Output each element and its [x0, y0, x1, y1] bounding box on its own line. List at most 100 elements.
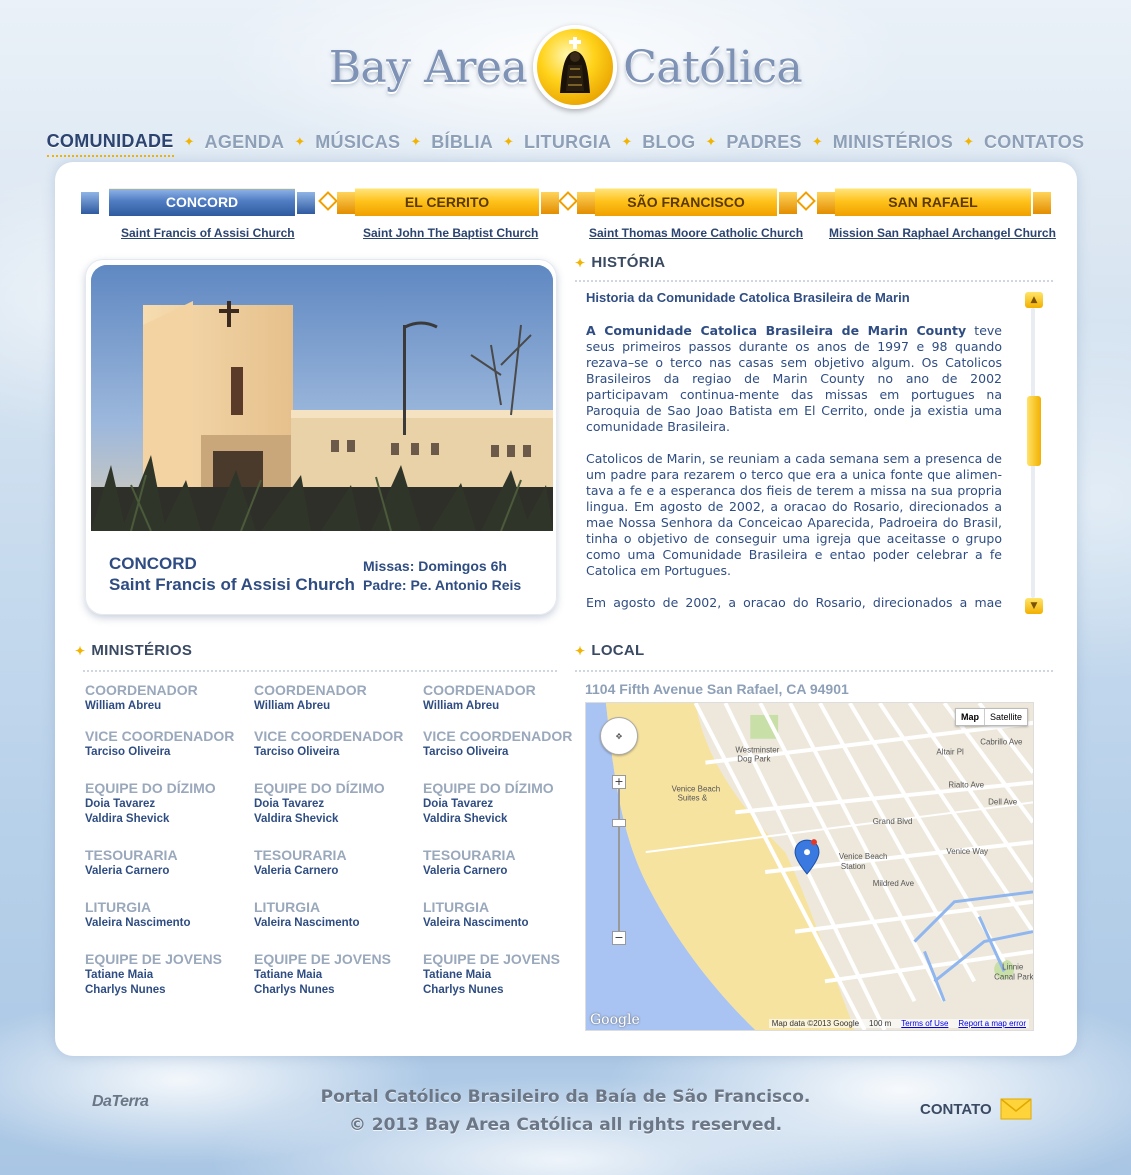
ribbon-tail — [779, 192, 797, 214]
main-panel: CONCORD EL CERRITO SÃO FRANCISCO SAN RAF… — [55, 162, 1077, 1056]
zoom-rail[interactable] — [618, 789, 620, 931]
ministry-item: EQUIPE DO DÍZIMO Doia Tavarez Valdira Shev… — [254, 780, 385, 825]
our-lady-medal-icon — [533, 25, 618, 109]
divider — [83, 670, 557, 672]
nav-ministerios[interactable]: MINISTÉRIOS — [833, 129, 953, 156]
historia-paragraph: Catolicos de Marin, se reuniam a cada se… — [586, 451, 1002, 578]
divider — [575, 280, 1053, 282]
nav-biblia[interactable]: BÍBLIA — [431, 129, 493, 156]
svg-text:Mildred Ave: Mildred Ave — [873, 879, 915, 888]
scroll-thumb[interactable] — [1027, 396, 1041, 466]
historia-heading: ✦ HISTÓRIA — [575, 254, 666, 271]
historia-text[interactable]: Historia da Comunidade Catolica Brasilei… — [586, 290, 1002, 612]
main-nav: COMUNIDADE ✦ AGENDA ✦ MÚSICAS ✦ BÍBLIA ✦… — [0, 128, 1131, 157]
svg-text:Venice Beach: Venice Beach — [672, 784, 721, 793]
google-map[interactable]: Westminster Dog Park Venice Beach Suites &… — [585, 702, 1034, 1031]
ministry-item: COORDENADOR William Abreu — [85, 682, 198, 712]
ribbon-tail — [337, 192, 355, 214]
google-logo[interactable]: Google — [590, 1012, 640, 1028]
card-padre: Padre: Pe. Antonio Reis — [363, 577, 522, 593]
ministry-item: VICE COORDENADOR Tarciso Oliveira — [85, 728, 235, 758]
nav-agenda[interactable]: AGENDA — [205, 129, 285, 156]
svg-text:Station: Station — [841, 862, 866, 871]
divider — [575, 670, 1053, 672]
svg-text:Suites &: Suites & — [678, 793, 708, 802]
map-pan-control-icon[interactable]: ✥ — [600, 717, 638, 755]
map-type-map-button[interactable]: Map — [956, 709, 985, 725]
historia-paragraph: Em agosto de 2002, a oracao do Rosario, … — [586, 595, 1002, 612]
logo-text-left: Bay Area — [328, 41, 528, 93]
address: 1104 Fifth Avenue San Rafael, CA 94901 — [585, 681, 849, 697]
historia-title: Historia da Comunidade Catolica Brasilei… — [586, 290, 910, 305]
zoom-in-icon[interactable]: + — [612, 775, 626, 789]
ministry-item: EQUIPE DE JOVENS Tatiane Maia Charlys Nune… — [85, 951, 222, 996]
nav-musicas[interactable]: MÚSICAS — [315, 129, 400, 156]
ribbon-label: EL CERRITO — [404, 194, 490, 210]
church-link-san-rafael[interactable]: Mission San Raphael Archangel Church — [829, 226, 1056, 240]
contact-link[interactable]: CONTATO — [920, 1098, 1032, 1120]
nav-separator-icon: ✦ — [410, 135, 422, 150]
svg-text:Dell Ave: Dell Ave — [988, 797, 1018, 806]
nav-liturgia[interactable]: LITURGIA — [524, 129, 611, 156]
church-link-concord[interactable]: Saint Francis of Assisi Church — [121, 226, 295, 240]
nav-separator-icon: ✦ — [621, 135, 633, 150]
ministerios-column: COORDENADOR William Abreu VICE COORDENADO… — [254, 682, 414, 1012]
map-type-satellite-button[interactable]: Satellite — [985, 709, 1027, 725]
plus-icon: ✦ — [75, 644, 86, 658]
scroll-up-icon[interactable]: ▲ — [1025, 292, 1043, 308]
map-terms-link[interactable]: Terms of Use — [901, 1019, 948, 1028]
nav-blog[interactable]: BLOG — [642, 129, 695, 156]
nav-padres[interactable]: PADRES — [726, 129, 801, 156]
svg-text:Dog Park: Dog Park — [737, 755, 770, 764]
nav-separator-icon: ✦ — [294, 135, 306, 150]
ribbon-divider-icon — [558, 191, 578, 211]
map-report-link[interactable]: Report a map error — [958, 1019, 1026, 1028]
ribbon-label: SÃO FRANCISCO — [627, 194, 745, 210]
ministry-item: EQUIPE DE JOVENS Tatiane Maia Charlys Nune… — [423, 951, 560, 996]
ministry-item: EQUIPE DO DÍZIMO Doia Tavarez Valdira Shev… — [85, 780, 216, 825]
map-zoom-control[interactable]: + − — [612, 775, 626, 945]
local-heading: ✦ LOCAL — [575, 642, 645, 659]
svg-text:Rialto Ave: Rialto Ave — [948, 780, 984, 789]
ribbon-tail — [577, 192, 595, 214]
ribbon-tail — [1033, 192, 1051, 214]
ribbon-sao-francisco[interactable]: SÃO FRANCISCO — [595, 188, 777, 216]
ministry-item: TESOURARIA Valeria Carnero — [423, 847, 516, 877]
site-logo[interactable]: Bay Area Católica — [0, 22, 1131, 112]
ribbon-concord[interactable]: CONCORD — [109, 188, 295, 216]
svg-text:Grand Blvd: Grand Blvd — [873, 817, 913, 826]
map-type-toggle: Map Satellite — [954, 708, 1028, 726]
church-photo — [91, 265, 553, 531]
ribbon-san-rafael[interactable]: SAN RAFAEL — [835, 188, 1031, 216]
ribbon-tail — [297, 192, 315, 214]
ministry-item: EQUIPE DO DÍZIMO Doia Tavarez Valdira Shev… — [423, 780, 554, 825]
nav-separator-icon: ✦ — [963, 135, 974, 150]
nav-contatos[interactable]: CONTATOS — [984, 129, 1084, 156]
church-link-sao-francisco[interactable]: Saint Thomas Moore Catholic Church — [589, 226, 803, 240]
nav-separator-icon: ✦ — [705, 135, 717, 150]
map-scale: 100 m — [869, 1019, 892, 1028]
svg-text:Canal Park: Canal Park — [994, 972, 1033, 981]
logo-text-right: Católica — [623, 41, 803, 93]
card-city: CONCORD — [109, 554, 197, 573]
plus-icon: ✦ — [575, 644, 586, 658]
card-missas: Missas: Domingos 6h — [363, 558, 507, 574]
map-footer: Map data ©2013 Google 100 m Terms of Use… — [768, 1019, 1029, 1028]
ministry-item: VICE COORDENADOR Tarciso Oliveira — [254, 728, 404, 758]
zoom-knob[interactable] — [612, 819, 626, 827]
ribbon-el-cerrito[interactable]: EL CERRITO — [355, 188, 539, 216]
ministry-item: COORDENADOR William Abreu — [254, 682, 367, 712]
nav-separator-icon: ✦ — [811, 135, 823, 150]
svg-text:Altair Pl: Altair Pl — [936, 748, 964, 757]
nav-comunidade[interactable]: COMUNIDADE — [46, 128, 174, 157]
ministerios-column: COORDENADOR William Abreu VICE COORDENADO… — [85, 682, 245, 1012]
envelope-icon — [1000, 1098, 1032, 1120]
scroll-down-icon[interactable]: ▼ — [1025, 598, 1043, 614]
ribbon-divider-icon — [318, 191, 338, 211]
historia-scrollbar[interactable]: ▲ ▼ — [1025, 292, 1043, 614]
ribbon-tail — [817, 192, 835, 214]
svg-text:Venice Beach: Venice Beach — [839, 852, 888, 861]
svg-text:Linnie: Linnie — [1002, 962, 1024, 971]
zoom-out-icon[interactable]: − — [612, 931, 626, 945]
church-link-el-cerrito[interactable]: Saint John The Baptist Church — [363, 226, 538, 240]
